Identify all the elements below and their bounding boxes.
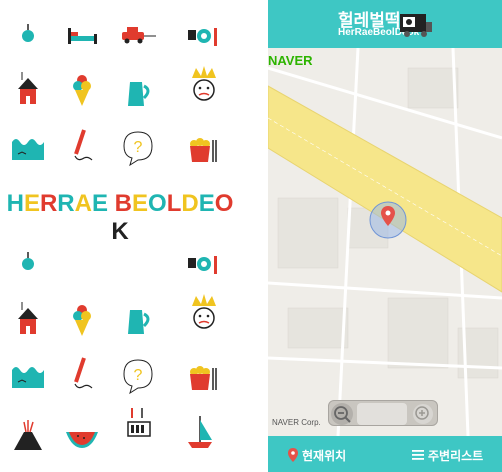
brand-title-letter: K	[111, 218, 129, 245]
zoom-out-button[interactable]	[331, 403, 353, 425]
bed-icon	[68, 28, 97, 44]
zoom-out-icon	[334, 406, 351, 423]
map-copyright: NAVER Corp.	[272, 418, 321, 427]
brand-title-letter: E	[91, 190, 108, 217]
jug-icon	[128, 310, 150, 334]
brand-title-letter: O	[148, 190, 167, 217]
sailboat-icon	[188, 416, 212, 448]
list-icon	[412, 450, 424, 460]
brand-title-letter: D	[181, 190, 199, 217]
watermelon-icon	[66, 432, 98, 448]
cup-icon	[188, 256, 217, 274]
zoom-in-icon	[415, 406, 429, 420]
king-icon	[192, 294, 216, 329]
location-pin-icon[interactable]	[381, 206, 395, 226]
brand-title-letter: R	[39, 190, 58, 217]
house-icon	[18, 72, 38, 104]
app-screen: 헐레벌떡 HerRaeBeolDeok NAVER NAVER Corp. 현재…	[268, 0, 502, 472]
nearby-list-button[interactable]: 주변리스트	[412, 444, 483, 466]
brand-title-letter: O	[214, 190, 234, 217]
brand-title-letter: H	[6, 190, 24, 217]
brand-title-letter: B	[114, 190, 133, 217]
brand-title-letter: E	[23, 190, 40, 217]
car-icon	[122, 27, 156, 44]
zoom-control[interactable]	[328, 400, 438, 426]
jug-icon	[128, 82, 150, 106]
ice-cream-icon	[73, 75, 91, 106]
battery-icon	[127, 408, 151, 437]
map-roads	[268, 48, 502, 436]
svg-text:?: ?	[134, 139, 143, 156]
question-bubble-icon: ?	[123, 131, 153, 167]
zoom-in-button[interactable]	[413, 404, 433, 424]
brand-title-letter: A	[74, 190, 92, 217]
house-icon	[18, 302, 38, 334]
volcano-icon	[14, 420, 42, 450]
current-location-button[interactable]: 현재위치	[288, 444, 346, 466]
ice-cream-icon	[73, 305, 91, 336]
brand-title-letter: E	[198, 190, 215, 217]
brand-title-letter: E	[132, 190, 149, 217]
brand-title-letter	[108, 190, 115, 218]
apple-icon	[22, 252, 34, 270]
question-bubble-icon: ?	[123, 359, 153, 395]
popcorn-icon	[190, 138, 217, 162]
splash-panel: ? HERRAE BEOLDEOK ?	[0, 0, 262, 472]
brand-title: HERRAE BEOLDEOK	[0, 190, 240, 246]
location-pin-icon	[288, 448, 298, 462]
king-icon	[192, 66, 216, 101]
naver-logo: NAVER	[268, 53, 313, 68]
nearby-list-label: 주변리스트	[428, 448, 484, 463]
cup-icon	[188, 28, 217, 46]
svg-text:?: ?	[134, 367, 143, 384]
zoom-slider-thumb[interactable]	[357, 403, 407, 425]
brand-title-letter: R	[57, 190, 75, 217]
food-truck-icon	[400, 14, 432, 37]
app-header: 헐레벌떡 HerRaeBeolDeok	[268, 0, 502, 48]
water-icon	[12, 367, 44, 388]
current-location-label: 현재위치	[302, 448, 347, 463]
apple-icon	[22, 24, 34, 42]
popcorn-icon	[190, 366, 217, 390]
brand-title-letter: L	[166, 190, 182, 217]
water-icon	[12, 139, 44, 160]
pencil-icon	[74, 357, 93, 389]
bottom-bar: 현재위치 주변리스트	[268, 436, 502, 472]
pencil-icon	[74, 129, 93, 161]
map-view[interactable]: NAVER NAVER Corp.	[268, 48, 502, 436]
